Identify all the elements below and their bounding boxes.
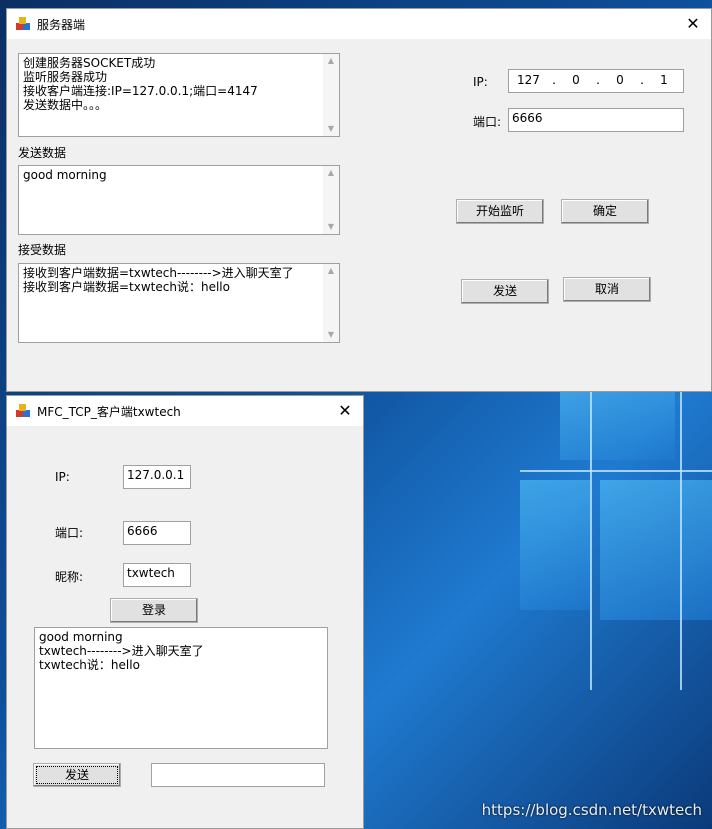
scroll-down-icon[interactable]: ▼ — [326, 330, 336, 340]
log-line: 发送数据中。。。 — [23, 98, 108, 112]
server-recv-box[interactable]: 接收到客户端数据=txwtech-------->进入聊天室了 接收到客户端数据… — [18, 263, 340, 343]
ip-address-control[interactable]: 127 . 0 . 0 . 1 — [508, 69, 684, 93]
client-message-input[interactable] — [151, 763, 325, 787]
scroll-up-icon[interactable]: ▲ — [326, 56, 336, 66]
server-title: 服务器端 — [37, 18, 86, 32]
chat-line: txwtech说：hello — [39, 658, 140, 672]
server-close-button[interactable]: ✕ — [683, 14, 703, 34]
nickname-label: 昵称: — [55, 570, 84, 584]
wallpaper-line — [590, 390, 592, 690]
chat-line: txwtech-------->进入聊天室了 — [39, 644, 204, 658]
send-text: good morning — [23, 168, 107, 182]
client-chat-box[interactable]: good morning txwtech-------->进入聊天室了 txwt… — [34, 627, 328, 749]
recv-data-label: 接受数据 — [18, 243, 67, 257]
start-listen-button[interactable]: 开始监听 — [456, 199, 544, 224]
client-title: MFC_TCP_客户端txwtech — [37, 405, 181, 419]
mfc-app-icon — [16, 17, 30, 30]
ip-dot: . — [640, 73, 644, 87]
wallpaper-pane — [600, 480, 712, 620]
ip-octet[interactable]: 0 — [609, 73, 631, 87]
recv-line: 接收到客户端数据=txwtech-------->进入聊天室了 — [23, 266, 294, 280]
scroll-down-icon[interactable]: ▼ — [326, 124, 336, 134]
client-ip-input[interactable]: 127.0.0.1 — [123, 465, 191, 489]
log-line: 接收客户端连接:IP=127.0.0.1;端口=4147 — [23, 84, 258, 98]
log-line: 监听服务器成功 — [23, 70, 108, 84]
ip-dot: . — [596, 73, 600, 87]
ip-octet[interactable]: 1 — [653, 73, 675, 87]
login-button[interactable]: 登录 — [110, 598, 198, 623]
recv-line: 接收到客户端数据=txwtech说：hello — [23, 280, 230, 294]
ip-dot: . — [552, 73, 556, 87]
log-line: 创建服务器SOCKET成功 — [23, 56, 156, 70]
send-data-label: 发送数据 — [18, 146, 67, 160]
ip-octet[interactable]: 127 — [517, 73, 540, 87]
wallpaper-line — [680, 390, 682, 690]
client-ip-label: IP: — [55, 470, 70, 484]
server-log-box[interactable]: 创建服务器SOCKET成功 监听服务器成功 接收客户端连接:IP=127.0.0… — [18, 53, 340, 137]
cancel-button[interactable]: 取消 — [563, 277, 651, 302]
client-titlebar: MFC_TCP_客户端txwtech ✕ — [7, 396, 363, 426]
ok-button[interactable]: 确定 — [561, 199, 649, 224]
client-port-input[interactable]: 6666 — [123, 521, 191, 545]
recv-scrollbar[interactable]: ▲ ▼ — [323, 264, 339, 342]
client-send-button[interactable]: 发送 — [33, 763, 121, 787]
mfc-app-icon — [16, 404, 30, 417]
nickname-input[interactable]: txwtech — [123, 563, 191, 587]
scroll-up-icon[interactable]: ▲ — [326, 168, 336, 178]
server-port-input[interactable]: 6666 — [508, 108, 684, 132]
server-window: 服务器端 ✕ 创建服务器SOCKET成功 监听服务器成功 接收客户端连接:IP=… — [6, 8, 712, 392]
wallpaper-pane — [560, 390, 675, 460]
chat-line: good morning — [39, 630, 123, 644]
wallpaper-pane — [520, 480, 590, 610]
ip-octet[interactable]: 0 — [565, 73, 587, 87]
wallpaper-line — [520, 470, 712, 472]
send-scrollbar[interactable]: ▲ ▼ — [323, 166, 339, 234]
server-send-button[interactable]: 发送 — [461, 279, 549, 304]
client-window: MFC_TCP_客户端txwtech ✕ IP: 127.0.0.1 端口: 6… — [6, 395, 364, 829]
scroll-down-icon[interactable]: ▼ — [326, 222, 336, 232]
watermark: https://blog.csdn.net/txwtech — [481, 801, 702, 819]
client-port-label: 端口: — [55, 526, 84, 540]
ip-label: IP: — [473, 75, 488, 89]
server-send-input[interactable]: good morning ▲ ▼ — [18, 165, 340, 235]
port-label: 端口: — [473, 115, 502, 129]
client-close-button[interactable]: ✕ — [335, 401, 355, 421]
log-scrollbar[interactable]: ▲ ▼ — [323, 54, 339, 136]
scroll-up-icon[interactable]: ▲ — [326, 266, 336, 276]
server-titlebar: 服务器端 ✕ — [7, 9, 711, 39]
